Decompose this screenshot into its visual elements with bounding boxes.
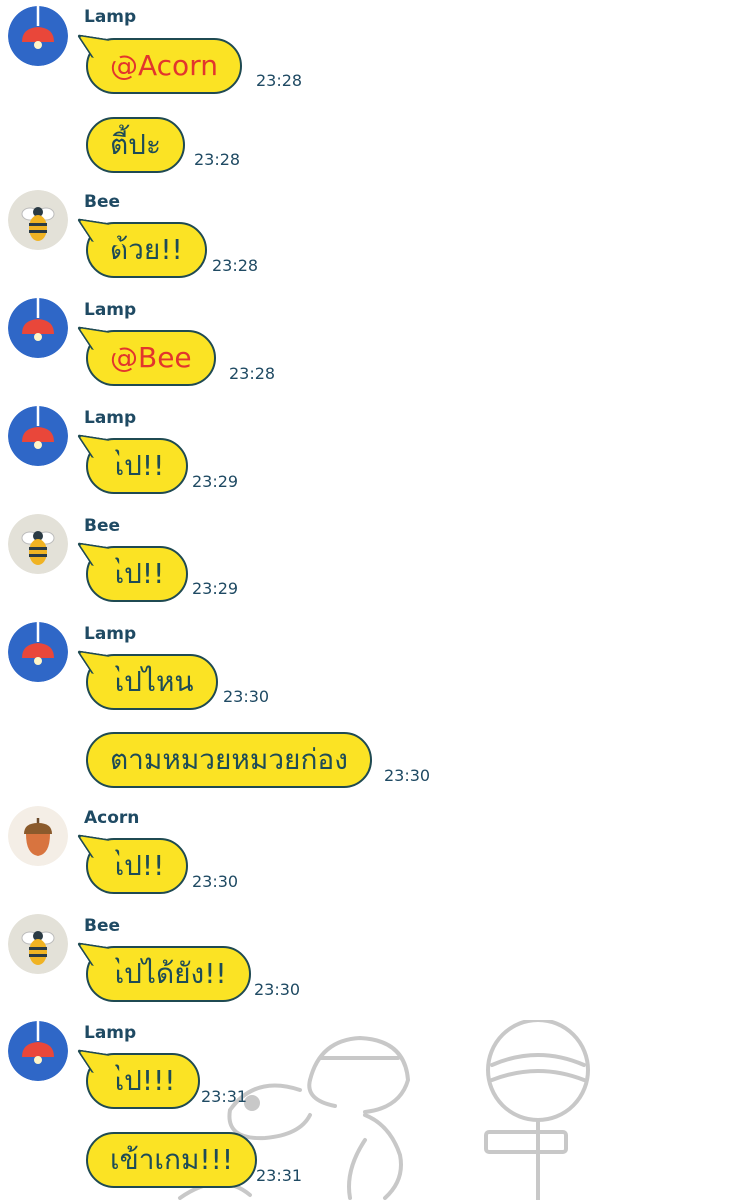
sender-name: Acorn	[84, 808, 140, 828]
message-time: 23:28	[229, 364, 276, 383]
message-time: 23:30	[223, 687, 270, 706]
sender-name: Bee	[84, 192, 121, 212]
message-time: 23:29	[192, 472, 239, 491]
sender-name: Bee	[84, 516, 121, 536]
message-time: 23:30	[384, 766, 431, 785]
lamp-avatar-icon[interactable]	[8, 622, 68, 682]
message-bubble[interactable]: @Bee	[86, 330, 216, 386]
lamp-avatar-icon[interactable]	[8, 1021, 68, 1081]
message-time: 23:28	[256, 71, 303, 90]
message-bubble[interactable]: ไป!!!	[86, 1053, 200, 1109]
message-bubble[interactable]: @Acorn	[86, 38, 242, 94]
lamp-avatar-icon[interactable]	[8, 6, 68, 66]
sender-name: Lamp	[84, 1023, 137, 1043]
bee-avatar-icon[interactable]	[8, 914, 68, 974]
bee-avatar-icon[interactable]	[8, 514, 68, 574]
message-bubble[interactable]: ไป!!	[86, 838, 189, 894]
message-bubble[interactable]: ด้วย!!	[86, 222, 207, 278]
lamp-avatar-icon[interactable]	[8, 406, 68, 466]
sender-name: Lamp	[84, 7, 137, 27]
message-time: 23:30	[254, 980, 301, 999]
lamp-avatar-icon[interactable]	[8, 298, 68, 358]
message-bubble[interactable]: ไป!!	[86, 546, 189, 602]
message-time: 23:31	[201, 1087, 248, 1106]
message-time: 23:28	[212, 256, 259, 275]
chat-thread: Lamp @Acorn 23:28 ตี้ปะ 23:28 Bee ด้วย!!…	[0, 0, 756, 1200]
message-time: 23:30	[192, 872, 239, 891]
sender-name: Lamp	[84, 624, 137, 644]
message-time: 23:28	[194, 150, 241, 169]
sender-name: Bee	[84, 916, 121, 936]
message-bubble[interactable]: ไปได้ยัง!!	[86, 946, 251, 1002]
acorn-avatar-icon[interactable]	[8, 806, 68, 866]
message-bubble[interactable]: ไปไหน	[86, 654, 218, 710]
bee-avatar-icon[interactable]	[8, 190, 68, 250]
sender-name: Lamp	[84, 300, 137, 320]
message-bubble[interactable]: เข้าเกม!!!	[86, 1132, 258, 1188]
message-bubble[interactable]: ไป!!	[86, 438, 189, 494]
message-time: 23:29	[192, 579, 239, 598]
message-bubble[interactable]: ตามหมวยหมวยก่อง	[86, 732, 372, 788]
sender-name: Lamp	[84, 408, 137, 428]
message-time: 23:31	[256, 1166, 303, 1185]
message-bubble[interactable]: ตี้ปะ	[86, 117, 185, 173]
